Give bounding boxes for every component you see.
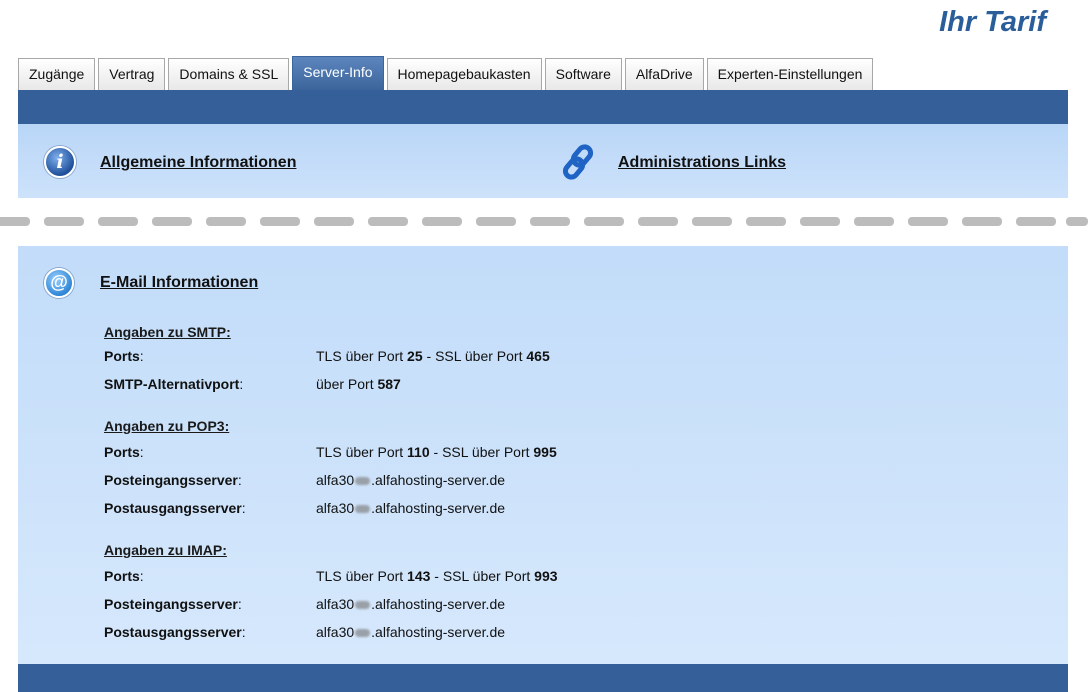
pop3-ports-value: TLS über Port 110 - SSL über Port 995	[316, 444, 557, 460]
link-icon	[562, 144, 594, 180]
imap-ports-value: TLS über Port 143 - SSL über Port 993	[316, 568, 558, 584]
divider-dash	[1016, 217, 1056, 226]
tab-zugaenge[interactable]: Zugänge	[18, 58, 96, 90]
email-info-link[interactable]: E-Mail Informationen	[100, 274, 258, 292]
imap-ports-label: Ports:	[104, 568, 144, 584]
imap-out-value: alfa30 .alfahosting-server.de	[316, 624, 506, 640]
content-header-bar	[18, 90, 1068, 124]
divider-dash	[908, 217, 948, 226]
divider-dash	[800, 217, 840, 226]
smtp-alt-label: SMTP-Alternativport:	[104, 376, 244, 392]
redacted-blur	[355, 505, 371, 514]
pop3-ports-label: Ports:	[104, 444, 144, 460]
tab-server-info[interactable]: Server-Info	[292, 56, 384, 90]
pop3-in-label: Posteingangsserver:	[104, 472, 242, 488]
pop3-out-value: alfa30 .alfahosting-server.de	[316, 500, 506, 516]
at-icon: @	[44, 268, 74, 298]
tab-alfadrive[interactable]: AlfaDrive	[624, 58, 704, 90]
tab-homepagebaukasten[interactable]: Homepagebaukasten	[386, 58, 542, 90]
redacted-blur	[355, 629, 371, 638]
divider-dash	[962, 217, 1002, 226]
imap-out-label: Postausgangsserver:	[104, 624, 246, 640]
divider-dash	[368, 217, 408, 226]
admin-links-link[interactable]: Administrations Links	[618, 154, 786, 172]
divider-dash	[584, 217, 624, 226]
divider-dash	[44, 217, 84, 226]
redacted-blur	[355, 477, 371, 486]
tab-vertrag[interactable]: Vertrag	[98, 58, 166, 90]
divider-dash	[98, 217, 138, 226]
tab-bar: Zugänge Vertrag Domains & SSL Server-Inf…	[18, 56, 874, 90]
divider-dash	[1066, 217, 1088, 226]
divider-dash	[422, 217, 462, 226]
smtp-ports-value: TLS über Port 25 - SSL über Port 465	[316, 348, 550, 364]
tarif-title: Ihr Tarif	[939, 6, 1046, 38]
divider-dash	[638, 217, 678, 226]
smtp-ports-label: Ports:	[104, 348, 144, 364]
divider-dash	[206, 217, 246, 226]
divider-dash	[476, 217, 516, 226]
general-info-link[interactable]: Allgemeine Informationen	[100, 154, 296, 172]
tab-software[interactable]: Software	[544, 58, 622, 90]
divider-dash	[746, 217, 786, 226]
smtp-heading: Angaben zu SMTP:	[104, 324, 231, 340]
imap-in-value: alfa30 .alfahosting-server.de	[316, 596, 506, 612]
divider-dash	[854, 217, 894, 226]
divider-dash	[314, 217, 354, 226]
pop3-heading: Angaben zu POP3:	[104, 418, 230, 434]
content-footer-bar	[18, 664, 1068, 692]
info-icon: i	[44, 146, 76, 178]
divider-dash	[0, 217, 30, 226]
imap-in-label: Posteingangsserver:	[104, 596, 242, 612]
tab-experten-einstellungen[interactable]: Experten-Einstellungen	[706, 58, 874, 90]
divider-dash	[260, 217, 300, 226]
redacted-blur	[355, 601, 371, 610]
pop3-out-label: Postausgangsserver:	[104, 500, 246, 516]
divider-dash	[152, 217, 192, 226]
imap-heading: Angaben zu IMAP:	[104, 542, 227, 558]
divider-dash	[530, 217, 570, 226]
pop3-in-value: alfa30 .alfahosting-server.de	[316, 472, 506, 488]
tab-domains-ssl[interactable]: Domains & SSL	[168, 58, 290, 90]
divider-dash	[692, 217, 732, 226]
smtp-alt-value: über Port 587	[316, 376, 401, 392]
